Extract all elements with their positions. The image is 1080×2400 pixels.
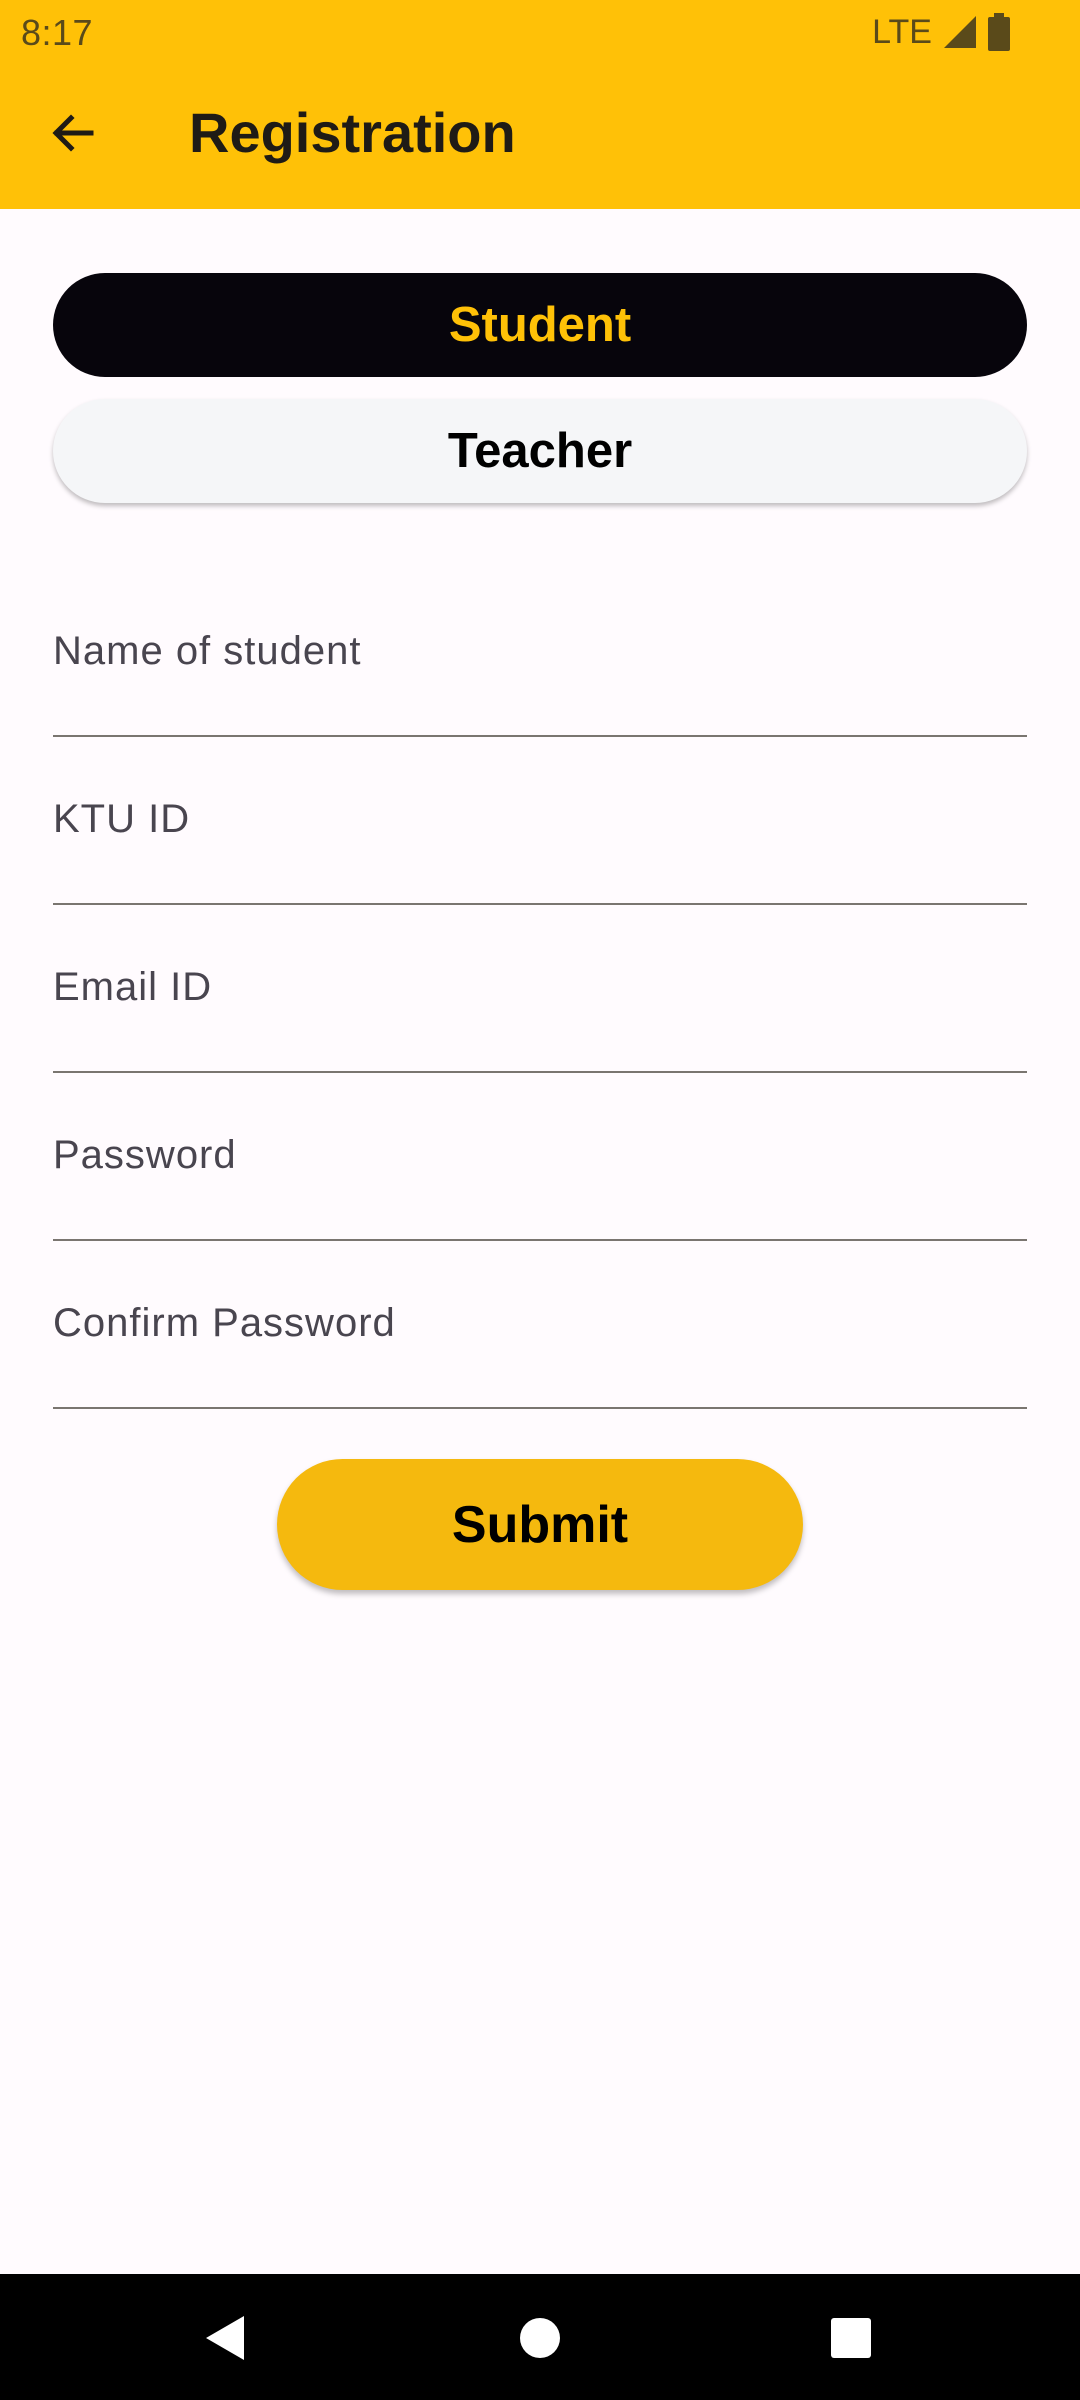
signal-icon [942,14,978,50]
battery-icon [988,13,1010,51]
network-type: LTE [872,12,932,51]
password-input[interactable] [53,1073,1027,1239]
email-field [53,905,1027,1073]
teacher-role-label: Teacher [447,424,633,478]
submit-button[interactable]: Submit [277,1459,803,1590]
confirm-password-field [53,1241,1027,1409]
arrow-left-icon [49,109,97,162]
ktu-id-field [53,737,1027,905]
email-input[interactable] [53,905,1027,1071]
confirm-password-input[interactable] [53,1241,1027,1407]
nav-home-button[interactable] [500,2300,580,2380]
home-circle-icon [519,2317,561,2364]
back-button[interactable] [36,98,110,172]
system-navigation-bar [0,2274,1080,2400]
back-triangle-icon [204,2314,248,2367]
name-field [53,569,1027,737]
teacher-role-button[interactable]: Teacher [53,399,1027,503]
page-title: Registration [189,101,516,164]
status-time: 8:17 [21,12,94,53]
registration-screen: 8:17 LTE Registration Student Teacher Na… [0,0,1080,2400]
nav-back-button[interactable] [186,2300,266,2380]
top-app-bar: 8:17 LTE Registration [0,0,1080,209]
ktu-id-input[interactable] [53,737,1027,903]
password-field [53,1073,1027,1241]
student-role-button[interactable]: Student [53,273,1027,377]
nav-recents-button[interactable] [811,2300,891,2380]
status-indicators: LTE [872,12,1010,52]
recents-square-icon [830,2317,872,2364]
name-input[interactable] [53,569,1027,735]
